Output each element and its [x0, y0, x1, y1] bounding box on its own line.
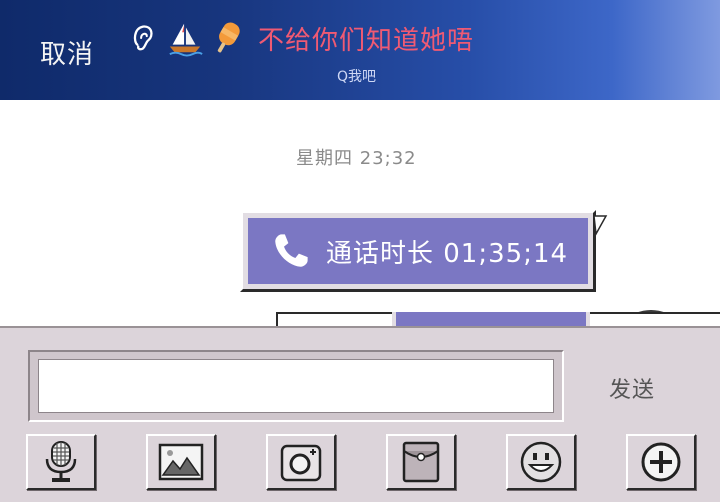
sailboat-icon	[169, 23, 203, 57]
phone-icon	[275, 234, 308, 267]
red-packet-button[interactable]	[386, 434, 456, 490]
ear-icon	[133, 25, 153, 51]
call-message-bubble[interactable]: 通话时长 01;35;14	[240, 210, 596, 292]
call-duration: 通话时长 01;35;14	[326, 238, 569, 269]
input-panel: 发送	[0, 326, 720, 502]
message-list[interactable]: 星期四 23;32 通话时长 01;35;14	[0, 100, 720, 390]
message-input-frame	[28, 350, 564, 422]
plus-icon	[641, 442, 681, 482]
contact-nickname: 不给你们知道她唔	[258, 25, 475, 56]
image-button[interactable]	[146, 434, 216, 490]
contact-status: Q我吧	[337, 69, 377, 85]
bubble-tail	[594, 215, 608, 237]
message-timestamp: 星期四 23;32	[296, 148, 417, 169]
camera-button[interactable]	[266, 434, 336, 490]
microphone-icon	[45, 441, 77, 482]
call-message-content: 通话时长 01;35;14	[248, 218, 588, 284]
more-button[interactable]	[626, 434, 696, 490]
send-button[interactable]: 发送	[609, 372, 655, 404]
chat-header: 取消 不给你们知道她唔 Q我吧	[0, 0, 720, 100]
voice-button[interactable]	[26, 434, 96, 490]
emoji-icon	[520, 441, 562, 483]
message-input[interactable]	[38, 359, 554, 413]
popsicle-icon	[217, 22, 240, 53]
camera-icon	[280, 444, 322, 482]
cancel-button[interactable]: 取消	[40, 34, 94, 71]
contact-title: 不给你们知道她唔	[124, 14, 474, 62]
red-packet-icon	[402, 441, 440, 483]
emoji-button[interactable]	[506, 434, 576, 490]
image-icon	[158, 443, 204, 481]
